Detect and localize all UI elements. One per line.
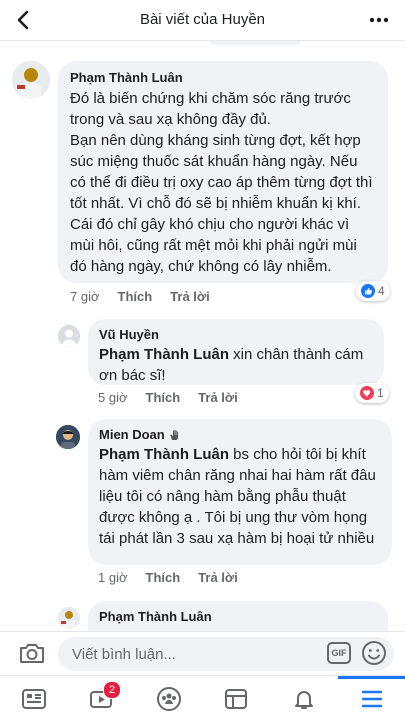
avatar[interactable] (56, 425, 80, 449)
comment-time: 7 giờ (70, 289, 100, 304)
groups-icon (156, 686, 181, 711)
comment-author-row: Mien Doan (99, 427, 381, 442)
tab-marketplace[interactable] (202, 676, 269, 721)
avatar[interactable] (58, 607, 80, 629)
like-button[interactable]: Thích (146, 570, 181, 585)
notification-badge: 2 (103, 681, 121, 699)
comment-meta: 1 giờ Thích Trả lời (98, 570, 238, 585)
tab-watch[interactable]: 2 (67, 676, 134, 721)
reply-button[interactable]: Trả lời (170, 289, 210, 304)
comment-time: 5 giờ (98, 390, 128, 405)
comment-meta: 5 giờ Thích Trả lời (98, 390, 238, 405)
like-icon (361, 284, 375, 298)
tab-news-feed[interactable] (0, 676, 67, 721)
comment-composer: GIF (0, 631, 405, 676)
like-button[interactable]: Thích (146, 390, 181, 405)
page-title: Bài viết của Huyền (139, 11, 266, 28)
comment-bubble: Phạm Thành Luân Đó là biến chứng khi chă… (58, 61, 388, 283)
reply-button[interactable]: Trả lời (198, 570, 238, 585)
comment-meta: 7 giờ Thích Trả lời (70, 289, 210, 304)
comment-bubble: Vũ Huyền Phạm Thành Luân xin chân thành … (88, 319, 384, 385)
comment-author[interactable]: Phạm Thành Luân (70, 70, 376, 85)
reply-button[interactable]: Trả lời (198, 390, 238, 405)
bottom-tab-bar: 2 (0, 675, 405, 721)
wave-icon (170, 429, 178, 440)
comment-text: Phạm Thành Luân bs cho hỏi tôi bị khít h… (99, 446, 376, 547)
comment-time: 1 giờ (98, 570, 128, 585)
reaction-count: 4 (378, 284, 385, 298)
avatar[interactable] (12, 61, 50, 99)
tab-notifications[interactable] (270, 676, 337, 721)
reaction-summary[interactable]: 4 (356, 281, 390, 301)
menu-icon (361, 690, 382, 707)
reaction-count: 1 (377, 386, 384, 400)
marketplace-icon (224, 688, 247, 709)
top-bar: Bài viết của Huyền (0, 0, 405, 41)
comment-author[interactable]: Mien Doan (99, 427, 165, 442)
mention-link[interactable]: Phạm Thành Luân (99, 446, 229, 463)
gif-button[interactable]: GIF (327, 642, 351, 664)
comment-author[interactable]: Vũ Huyền (99, 327, 373, 342)
like-button[interactable]: Thích (118, 289, 153, 304)
avatar[interactable] (58, 325, 80, 347)
tab-menu[interactable] (338, 676, 405, 721)
news-feed-icon (21, 688, 46, 709)
mention-link[interactable]: Phạm Thành Luân (99, 346, 229, 363)
love-icon (360, 386, 374, 400)
camera-icon[interactable] (18, 641, 46, 665)
comment-feed[interactable]: Phạm Thành Luân Đó là biến chứng khi chă… (0, 41, 405, 631)
comment-text: Phạm Thành Luân xin chân thành cám ơn bá… (99, 346, 364, 384)
comment-text: Đó là biến chứng khi chăm sóc răng trước… (70, 90, 373, 275)
emoji-icon[interactable] (361, 640, 387, 666)
comment-bubble: Mien Doan Phạm Thành Luân bs cho hỏi tôi… (88, 419, 392, 565)
reaction-summary[interactable]: 1 (355, 383, 389, 403)
comment-author[interactable]: Phạm Thành Luân (99, 609, 377, 624)
more-horizontal-icon[interactable] (367, 10, 391, 30)
previous-comment-edge (210, 41, 300, 45)
tab-groups[interactable] (135, 676, 202, 721)
bell-icon (294, 690, 313, 709)
comment-bubble: Phạm Thành Luân (88, 601, 388, 631)
